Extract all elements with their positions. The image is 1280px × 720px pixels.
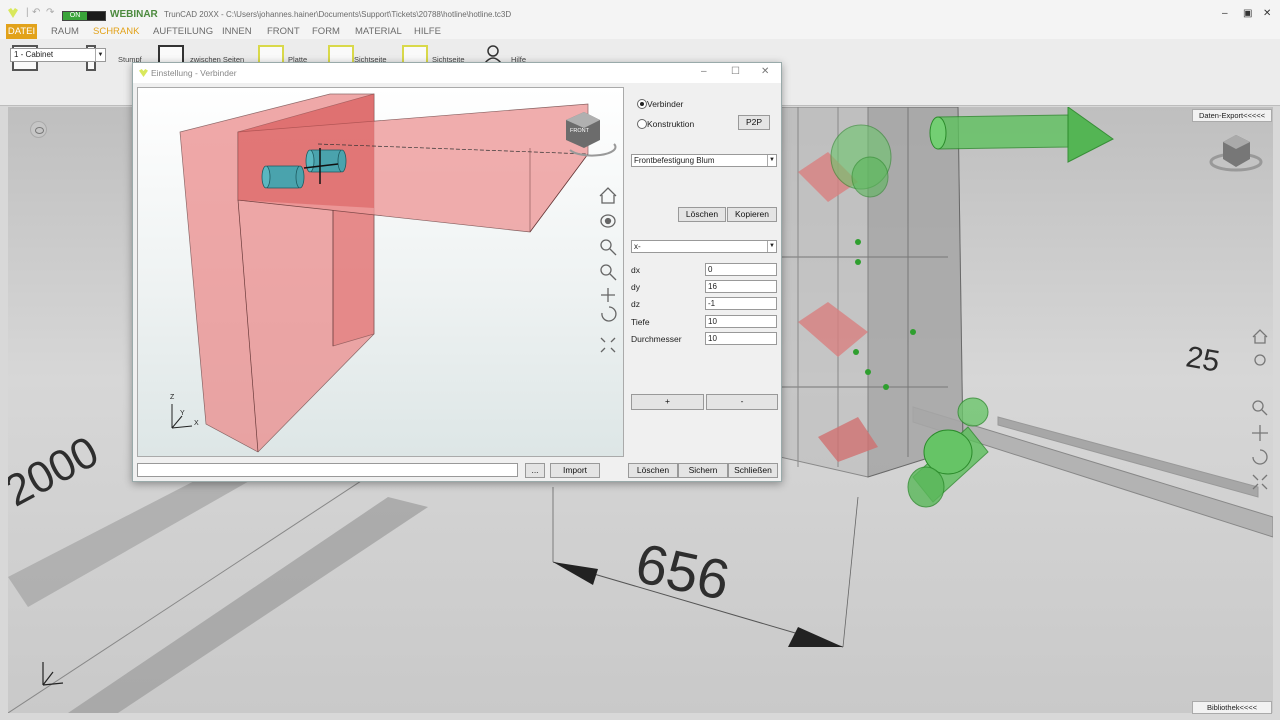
cabinet-select[interactable]: 1 - Cabinet ▼	[10, 48, 106, 62]
window-title: TrunCAD 20XX - C:\Users\johannes.hainer\…	[164, 10, 512, 19]
tiefe-label: Tiefe	[631, 317, 650, 327]
dz-label: dz	[631, 299, 640, 309]
browse-button[interactable]: ...	[525, 463, 545, 478]
durchmesser-input[interactable]: 10	[705, 332, 777, 345]
axis-y-label: Y	[180, 410, 185, 417]
kopieren-button[interactable]: Kopieren	[727, 207, 777, 222]
durchmesser-label: Durchmesser	[631, 334, 682, 344]
tab-schrank[interactable]: SCHRANK	[93, 26, 139, 37]
radio-verbinder-label[interactable]: Verbinder	[647, 99, 683, 109]
separator-icon: |	[26, 7, 29, 18]
eye-icon[interactable]	[30, 121, 47, 138]
schliessen-button[interactable]: Schließen	[728, 463, 778, 478]
chevron-down-icon: ▼	[767, 155, 776, 166]
bibliothek-button[interactable]: Bibliothek<<<<	[1192, 701, 1272, 714]
tab-aufteilung[interactable]: AUFTEILUNG	[153, 26, 213, 37]
import-button[interactable]: Import	[550, 463, 600, 478]
undo-icon[interactable]: ↶	[32, 7, 40, 18]
tab-material[interactable]: MATERIAL	[355, 26, 402, 37]
einstellung-verbinder-dialog: Einstellung - Verbinder – ☐ ✕ FRONT Z Y …	[132, 62, 782, 482]
add-button[interactable]: +	[631, 394, 704, 410]
tab-front[interactable]: FRONT	[267, 26, 300, 37]
connector-type-value: Frontbefestigung Blum	[634, 156, 715, 165]
radio-konstruktion-label[interactable]: Konstruktion	[647, 119, 694, 129]
axis-direction-select[interactable]: x- ▼	[631, 240, 777, 253]
online-toggle[interactable]: ON	[62, 11, 106, 21]
ribbon-tabs: RAUM SCHRANK AUFTEILUNG INNEN FRONT FORM…	[0, 24, 1280, 39]
dialog-logo-icon	[139, 69, 148, 77]
close-icon[interactable]: ✕	[1263, 8, 1271, 19]
dialog-close-icon[interactable]: ✕	[761, 66, 769, 77]
cabinet-select-value: 1 - Cabinet	[14, 50, 54, 59]
connector-type-select[interactable]: Frontbefestigung Blum ▼	[631, 154, 777, 167]
radio-konstruktion[interactable]	[637, 119, 647, 129]
restore-icon[interactable]: ▣	[1243, 8, 1252, 19]
dialog-title-bar: Einstellung - Verbinder – ☐ ✕	[133, 63, 781, 83]
tab-raum[interactable]: RAUM	[51, 26, 79, 37]
online-toggle-label: ON	[63, 12, 87, 20]
sichern-button[interactable]: Sichern	[678, 463, 728, 478]
tab-hilfe[interactable]: HILFE	[414, 26, 441, 37]
tiefe-input[interactable]: 10	[705, 315, 777, 328]
dialog-maximize-icon[interactable]: ☐	[731, 66, 740, 77]
dy-label: dy	[631, 282, 640, 292]
loeschen-connector-button[interactable]: Löschen	[678, 207, 726, 222]
dialog-title: Einstellung - Verbinder	[151, 68, 237, 78]
chevron-down-icon: ▼	[767, 241, 776, 252]
webinar-badge: WEBINAR	[110, 9, 158, 20]
axis-x-label: X	[194, 420, 199, 427]
preview-drawing	[171, 93, 617, 453]
user-help-icon[interactable]	[484, 45, 502, 63]
axis-direction-value: x-	[634, 242, 641, 251]
dx-label: dx	[631, 265, 640, 275]
axis-z-label: Z	[170, 394, 175, 401]
dx-input[interactable]: 0	[705, 263, 777, 276]
radio-verbinder[interactable]	[637, 99, 647, 109]
remove-button[interactable]: -	[706, 394, 778, 410]
connector-preview-3d[interactable]: FRONT Z Y X	[137, 87, 624, 457]
dialog-minimize-icon[interactable]: –	[701, 66, 707, 77]
tab-form[interactable]: FORM	[312, 26, 340, 37]
daten-export-button[interactable]: Daten-Export<<<<<	[1192, 109, 1272, 122]
import-path-input[interactable]	[137, 463, 518, 477]
chevron-down-icon: ▼	[95, 49, 105, 61]
dy-input[interactable]: 16	[705, 280, 777, 293]
p2p-button[interactable]: P2P	[738, 115, 770, 130]
loeschen-button[interactable]: Löschen	[628, 463, 678, 478]
redo-icon[interactable]: ↷	[46, 7, 54, 18]
dimension-25-label: 25	[1183, 340, 1223, 379]
view-cube-front-label: FRONT	[570, 128, 589, 134]
truncad-logo-icon	[8, 8, 18, 18]
minimize-icon[interactable]: –	[1222, 8, 1228, 19]
tab-innen[interactable]: INNEN	[222, 26, 252, 37]
tab-datei[interactable]: DATEI	[6, 24, 37, 39]
title-bar: | ↶ ↷ ON WEBINAR TrunCAD 20XX - C:\Users…	[0, 0, 1280, 24]
dz-input[interactable]: -1	[705, 297, 777, 310]
